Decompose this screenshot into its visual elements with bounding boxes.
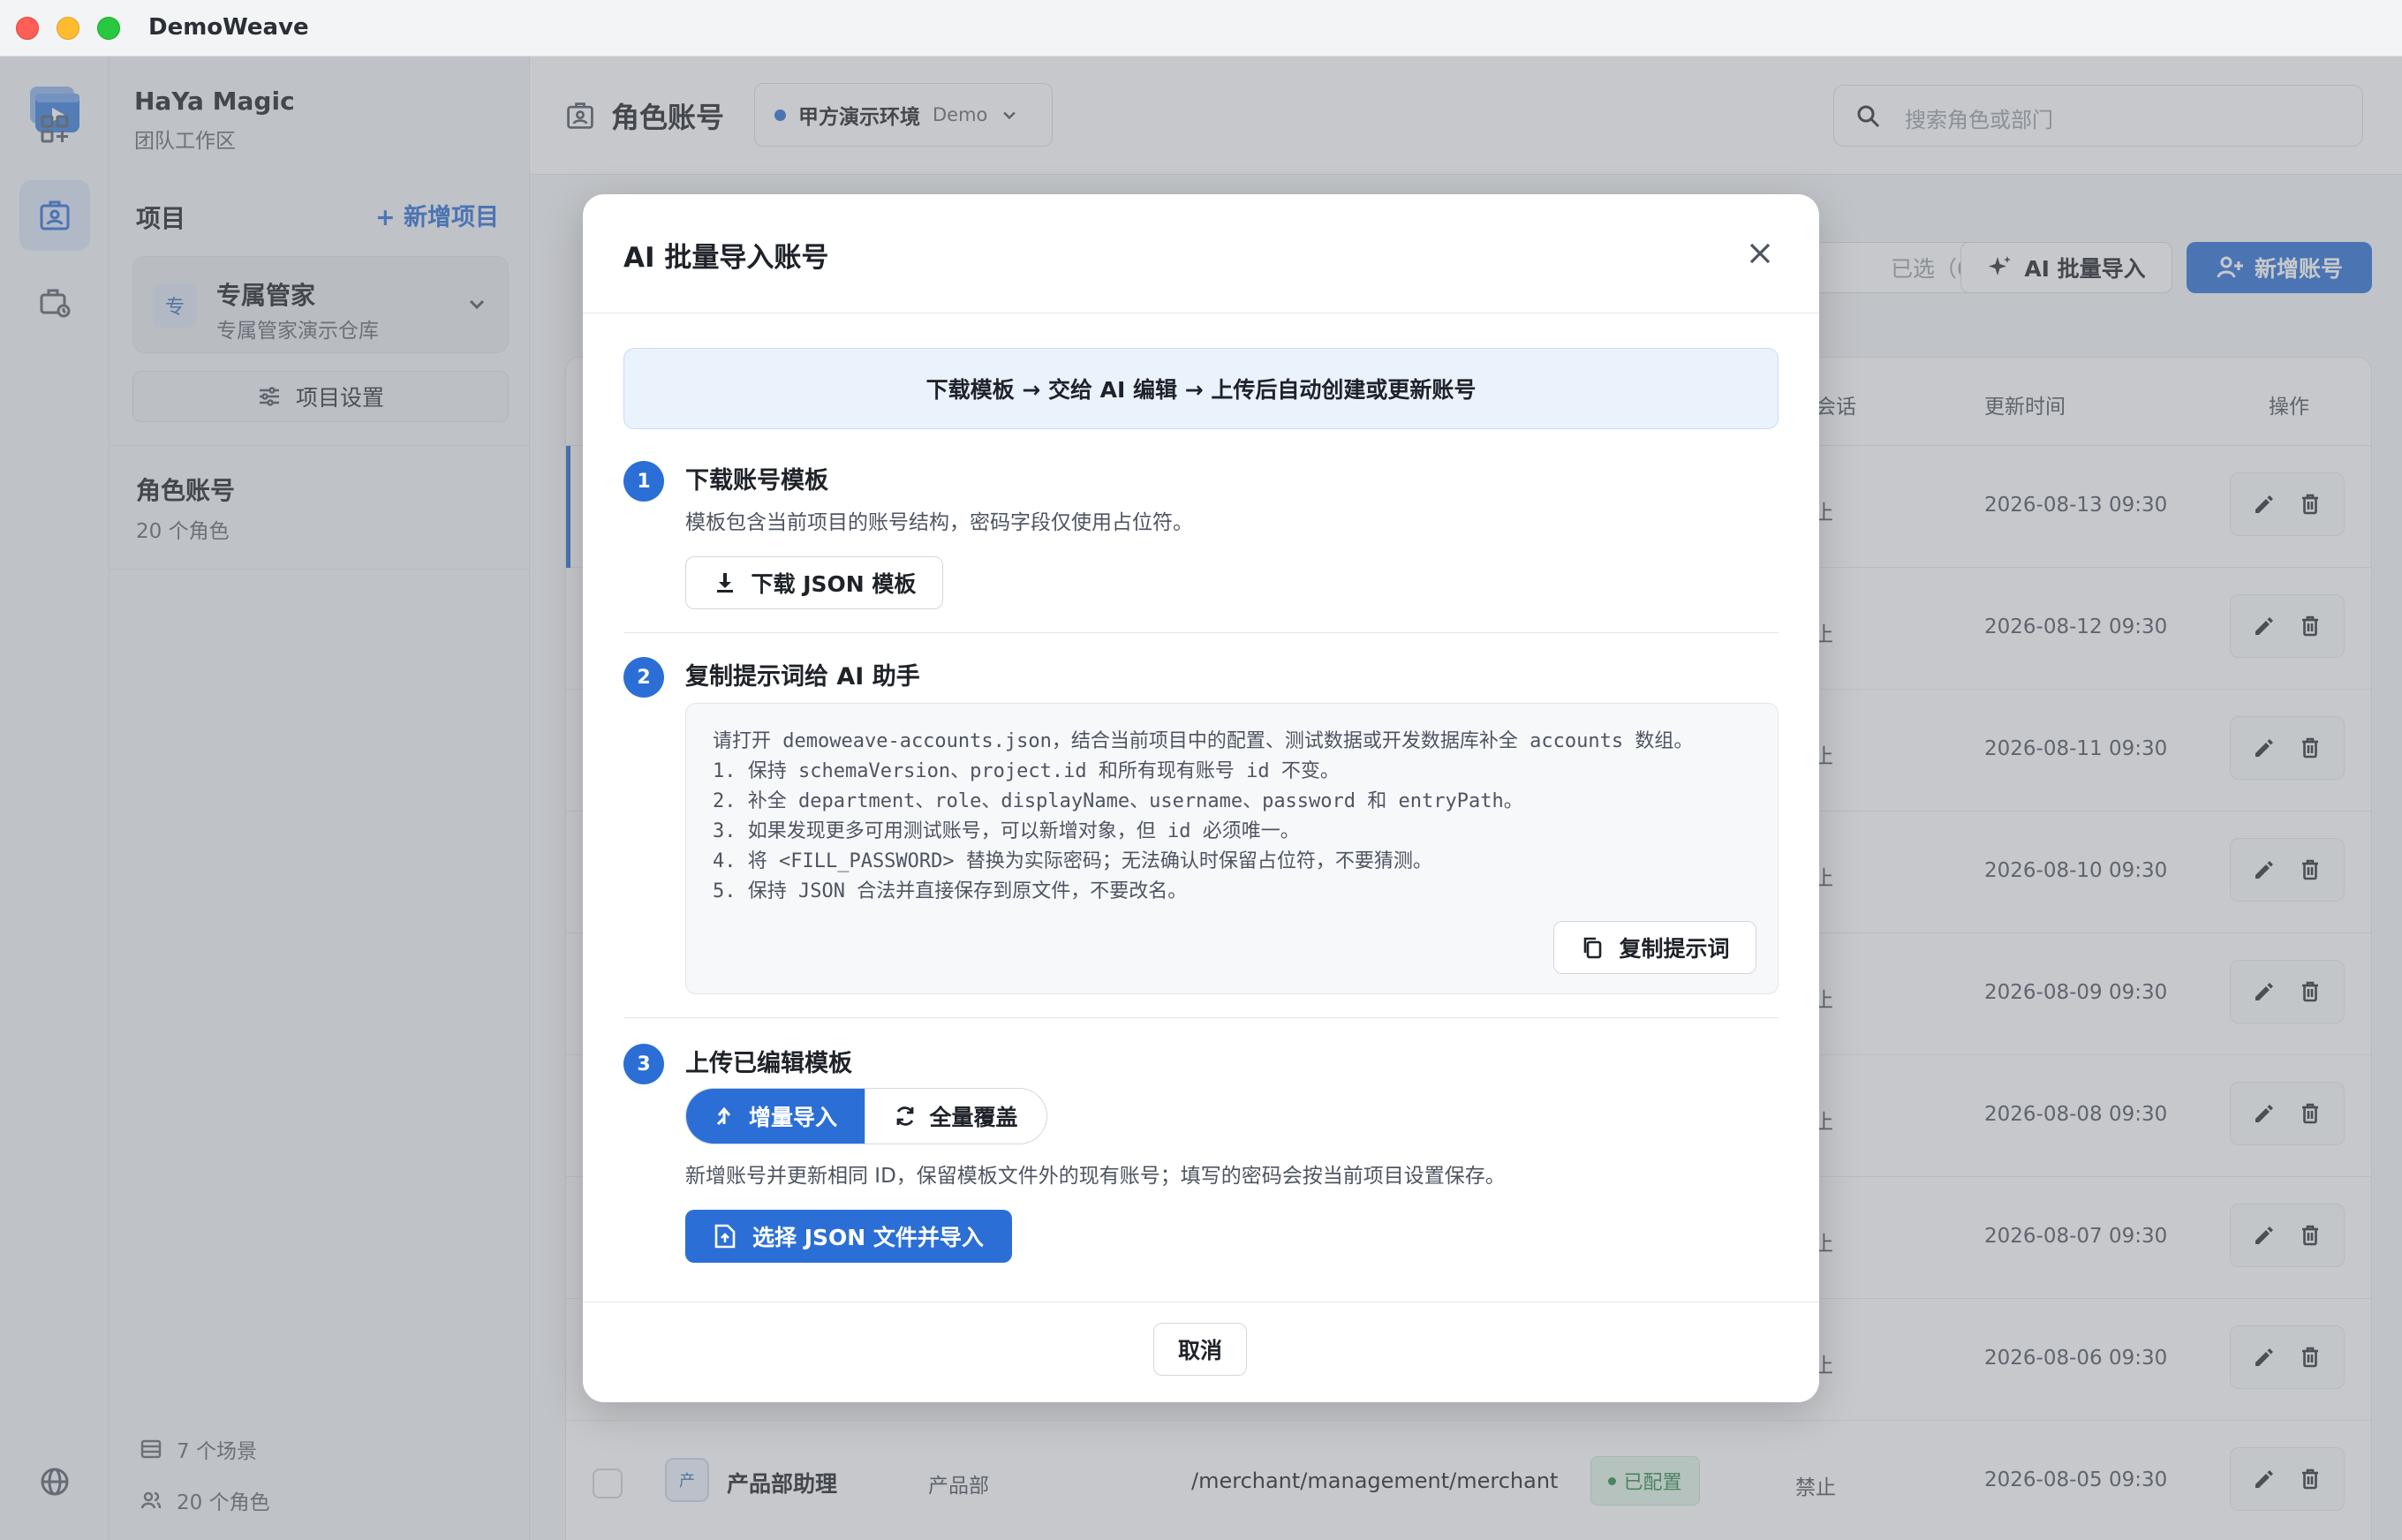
refresh-icon [897,1106,914,1126]
prompt-line: 4. 将 <FILL_PASSWORD> 替换为实际密码；无法确认时保留占位符，… [713,850,1432,872]
file-upload-icon [714,1224,736,1249]
step-2-title: 复制提示词给 AI 助手 [685,663,920,691]
app-title: DemoWeave [148,14,309,41]
step-divider [623,632,1779,633]
dialog-title: AI 批量导入账号 [623,242,829,274]
mode-incremental-button[interactable]: 增量导入 [686,1089,865,1144]
close-icon[interactable] [1747,240,1773,267]
step-1-desc: 模板包含当前项目的账号结构，密码字段仅使用占位符。 [685,511,1193,534]
step-1-number: 1 [623,461,664,502]
import-flow-banner: 下载模板 → 交给 AI 编辑 → 上传后自动创建或更新账号 [623,348,1779,429]
copy-icon [1584,937,1602,959]
prompt-text: 请打开 demoweave-accounts.json，结合当前项目中的配置、测… [713,727,1693,907]
ai-import-dialog: AI 批量导入账号 下载模板 → 交给 AI 编辑 → 上传后自动创建或更新账号… [583,194,1819,1402]
cancel-button[interactable]: 取消 [1153,1323,1247,1376]
step-3-number: 3 [623,1044,664,1084]
step-3-desc: 新增账号并更新相同 ID，保留模板文件外的现有账号；填写的密码会按当前项目设置保… [685,1165,1506,1188]
mode-full-button[interactable]: 全量覆盖 [865,1089,1046,1144]
prompt-line: 5. 保持 JSON 合法并直接保存到原文件，不要改名。 [713,880,1188,902]
prompt-line: 1. 保持 schemaVersion、project.id 和所有现有账号 i… [713,760,1340,782]
step-1-title: 下载账号模板 [685,467,828,494]
prompt-line: 请打开 demoweave-accounts.json，结合当前项目中的配置、测… [713,730,1694,752]
zoom-window-button[interactable] [97,17,120,40]
window-titlebar: DemoWeave [0,0,2402,57]
download-template-button[interactable]: 下载 JSON 模板 [685,556,943,609]
close-window-button[interactable] [16,17,39,40]
prompt-text-box: 请打开 demoweave-accounts.json，结合当前项目中的配置、测… [685,703,1779,994]
step-3-title: 上传已编辑模板 [685,1050,852,1077]
merge-up-icon [716,1106,731,1126]
download-icon [716,573,733,593]
step-2-number: 2 [623,657,664,698]
prompt-line: 2. 补全 department、role、displayName、userna… [713,790,1523,812]
minimize-window-button[interactable] [57,17,79,40]
select-json-import-button[interactable]: 选择 JSON 文件并导入 [685,1210,1012,1263]
copy-prompt-button[interactable]: 复制提示词 [1553,921,1756,974]
step-divider [623,1017,1779,1018]
import-mode-toggle: 增量导入 全量覆盖 [685,1088,1047,1144]
prompt-line: 3. 如果发现更多可用测试账号，可以新增对象，但 id 必须唯一。 [713,820,1300,842]
